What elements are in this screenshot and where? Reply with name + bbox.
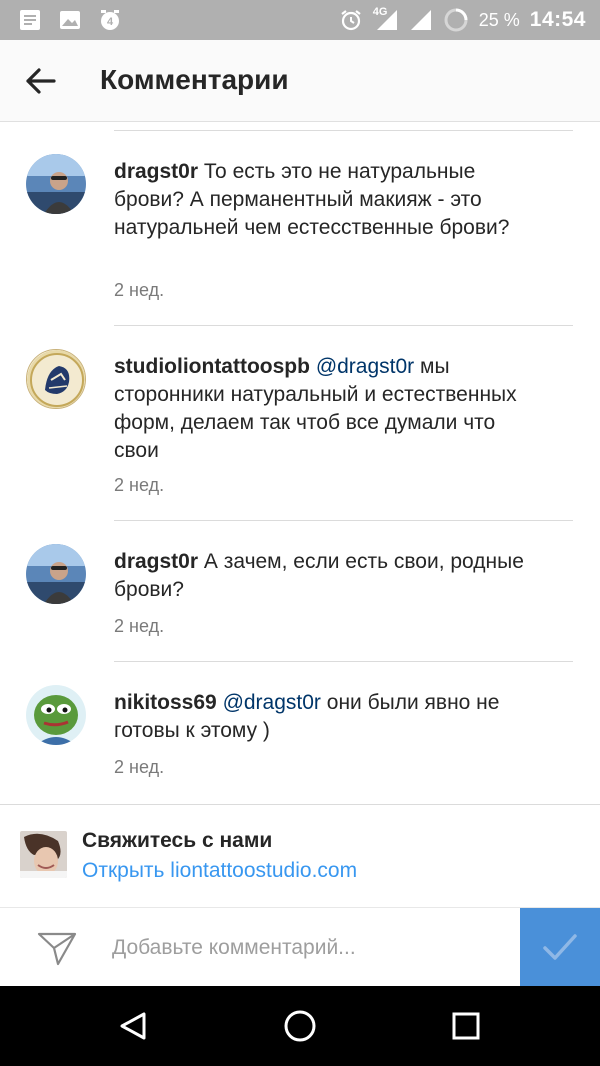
comment-text: dragst0r А зачем, если есть свои, родные…: [114, 548, 524, 604]
comment-time: 2 нед.: [114, 757, 165, 777]
comment-username[interactable]: studioliontattoospb: [114, 355, 310, 378]
nav-home-button[interactable]: [280, 1006, 320, 1046]
comment-text: nikitoss69 @dragst0r они были явно не го…: [114, 689, 524, 745]
avatar[interactable]: [26, 154, 86, 214]
avatar[interactable]: [26, 544, 86, 604]
back-triangle-icon: [120, 1012, 146, 1040]
wifi-icon: [410, 10, 431, 30]
promo-link[interactable]: Открыть liontattoostudio.com: [82, 859, 357, 883]
comment-time: 2 нед.: [114, 475, 165, 495]
svg-text:4: 4: [107, 16, 114, 28]
avatar[interactable]: [26, 685, 86, 745]
back-button[interactable]: [20, 61, 60, 101]
comment-username[interactable]: dragst0r: [114, 550, 198, 573]
alarm-counter-icon: 4: [101, 10, 119, 30]
notification-icon: [20, 10, 40, 30]
comment-composer: [0, 907, 600, 987]
nav-recents-button[interactable]: [446, 1006, 486, 1046]
status-bar: 4 4G 25 % 14:54: [0, 0, 600, 40]
gallery-icon: [60, 11, 80, 29]
home-circle-icon: [284, 1010, 316, 1042]
comment-text: studioliontattoospb @dragst0r мы сторонн…: [114, 353, 524, 465]
comment-username[interactable]: dragst0r: [114, 160, 198, 183]
arrow-left-icon: [26, 68, 56, 94]
comment-username[interactable]: nikitoss69: [114, 691, 217, 714]
comment-input[interactable]: [112, 930, 512, 966]
comment-list[interactable]: dragst0r То есть это не натуральные бров…: [0, 122, 600, 804]
divider: [114, 130, 573, 131]
divider: [114, 661, 573, 662]
divider: [114, 520, 573, 521]
page-title: Комментарии: [100, 64, 289, 95]
alarm-icon: [341, 10, 361, 31]
nav-back-button[interactable]: [114, 1006, 154, 1046]
battery-icon: [444, 8, 468, 32]
app-bar: Комментарии: [0, 40, 600, 122]
checkmark-icon: [543, 934, 577, 960]
avatar[interactable]: [26, 349, 86, 409]
clock: 14:54: [529, 8, 586, 31]
signal-icon: 4G: [373, 6, 399, 32]
comment-mention[interactable]: @dragst0r: [223, 691, 321, 714]
comment-text: dragst0r То есть это не натуральные бров…: [114, 158, 524, 242]
promo-banner[interactable]: Свяжитесь с нами Открыть liontattoostudi…: [0, 804, 600, 907]
comment-mention[interactable]: @dragst0r: [316, 355, 414, 378]
promo-title: Свяжитесь с нами: [82, 829, 273, 852]
comment-time: 2 нед.: [114, 280, 165, 300]
system-nav-bar: [0, 986, 600, 1066]
send-button[interactable]: [520, 908, 600, 987]
recents-square-icon: [452, 1012, 480, 1040]
comment-time: 2 нед.: [114, 616, 165, 636]
promo-avatar: [20, 831, 67, 878]
paper-plane-icon[interactable]: [36, 928, 78, 968]
divider: [114, 325, 573, 326]
battery-percent: 25 %: [478, 9, 520, 30]
